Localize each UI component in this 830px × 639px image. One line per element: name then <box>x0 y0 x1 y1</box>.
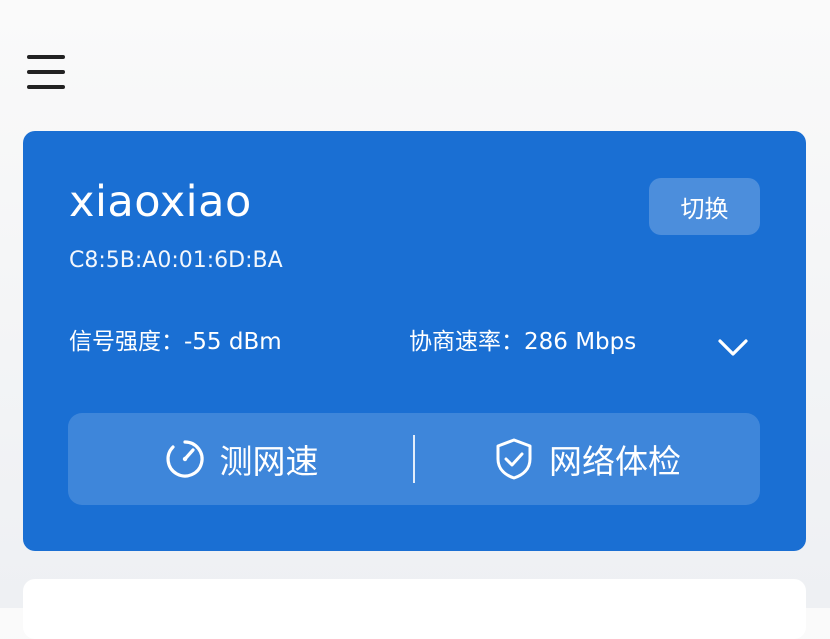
action-bar: 测网速 网络体检 <box>68 413 760 505</box>
wifi-info-card: xiaoxiao C8:5B:A0:01:6D:BA 切换 信号强度：-55 d… <box>23 131 806 551</box>
expand-details-button[interactable] <box>713 331 753 363</box>
network-check-label: 网络体检 <box>549 442 681 481</box>
secondary-card <box>23 579 806 639</box>
speedometer-icon <box>164 438 206 480</box>
wifi-ssid: xiaoxiao <box>69 177 252 227</box>
switch-network-button[interactable]: 切换 <box>649 178 760 235</box>
chevron-down-icon <box>718 339 748 356</box>
speed-test-button[interactable]: 测网速 <box>68 413 414 505</box>
negotiated-rate: 协商速率：286 Mbps <box>409 329 637 355</box>
shield-check-icon <box>493 437 535 481</box>
menu-icon-bar <box>27 70 65 74</box>
signal-strength: 信号强度：-55 dBm <box>69 329 282 355</box>
menu-button[interactable] <box>27 55 65 89</box>
menu-icon-bar <box>27 55 65 59</box>
menu-icon-bar <box>27 85 65 89</box>
network-check-button[interactable]: 网络体检 <box>414 413 760 505</box>
speed-test-label: 测网速 <box>219 442 319 481</box>
wifi-mac-address: C8:5B:A0:01:6D:BA <box>69 248 283 273</box>
